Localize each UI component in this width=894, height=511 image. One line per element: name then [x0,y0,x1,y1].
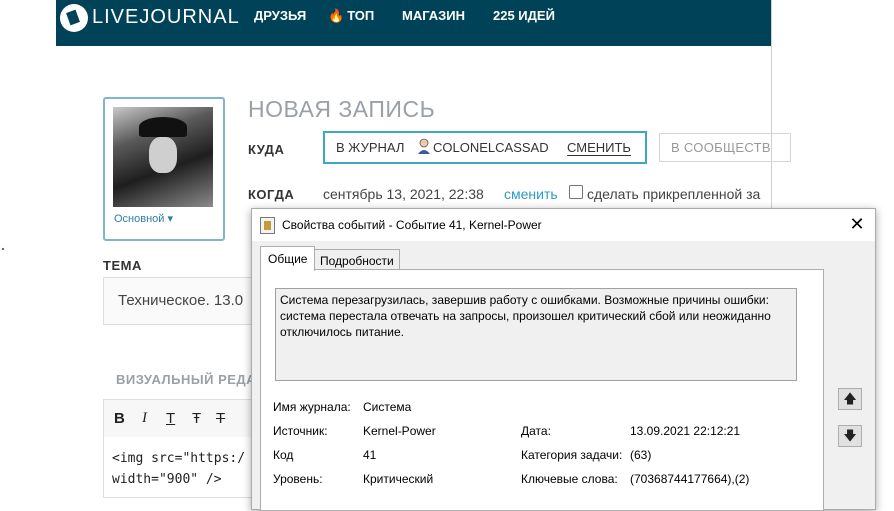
event-viewer-icon [260,217,275,234]
dialog-title: Свойства событий - Событие 41, Kernel-Po… [282,218,542,232]
date-label: Дата: [521,424,551,438]
strikethrough-button[interactable]: Ŧ [192,410,201,427]
log-name-value: Система [363,400,412,414]
user-icon [418,138,430,154]
nav-top-label: ТОП [347,8,375,23]
arrow-up-icon: 🡅 [843,391,857,406]
underline-button[interactable]: T [166,410,175,427]
log-name-label: Имя журнала: [273,400,351,414]
keywords-label: Ключевые слова: [521,472,618,486]
code-value: 41 [363,448,377,462]
to-community-button[interactable]: В СООБЩЕСТВ [659,133,791,162]
next-event-button[interactable]: 🡇 [838,425,862,447]
subject-label: ТЕМА [103,258,142,273]
caret-down-icon: ▾ [167,213,174,225]
event-properties-dialog: Свойства событий - Событие 41, Kernel-Po… [251,208,876,511]
editor-textarea[interactable]: <img src="https:/ width="900" /> [103,437,275,498]
nav-top[interactable]: 🔥 ТОП [328,8,374,24]
pin-checkbox[interactable] [569,185,583,199]
level-value: Критический [363,472,434,486]
lj-header: LIVEJOURNAL ДРУЗЬЯ 🔥 ТОП МАГАЗИН 225 ИДЕЙ [56,0,771,46]
bold-button[interactable]: B [114,410,125,427]
italic-button[interactable]: I [142,410,147,427]
task-category-value: (63) [630,448,652,462]
date-value: 13.09.2021 22:12:21 [630,424,741,438]
livejournal-logo-icon[interactable] [60,4,88,32]
code-label: Код [273,448,294,462]
event-description-box[interactable]: Система перезагрузилась, завершив работу… [275,288,797,381]
livejournal-logo-text[interactable]: LIVEJOURNAL [92,6,240,29]
close-icon[interactable]: ✕ [844,212,870,236]
source-value: Kernel-Power [363,424,436,438]
general-tab-panel: Система перезагрузилась, завершив работу… [260,269,824,511]
source-label: Источник: [273,424,328,438]
where-label: КУДА [248,142,285,157]
page-title: НОВАЯ ЗАПИСЬ [248,96,436,122]
pin-label: сделать прикрепленной за [587,186,761,202]
subject-input[interactable]: Техническое. 13.0 [103,277,275,325]
dialog-titlebar[interactable]: Свойства событий - Событие 41, Kernel-Po… [252,209,875,241]
change-date-link[interactable]: сменить [504,186,558,202]
fire-icon: 🔥 [328,8,345,23]
tab-details[interactable]: Подробности [313,249,400,271]
decorative-dot [2,248,4,250]
previous-event-button[interactable]: 🡅 [838,388,862,410]
code-line: width="900" /> [112,472,222,487]
journal-username[interactable]: COLONELCASSAD [433,140,549,155]
task-category-label: Категория задачи: [521,448,623,462]
nav-ideas[interactable]: 225 ИДЕЙ [493,8,555,23]
to-journal-label: В ЖУРНАЛ [336,140,405,155]
avatar [113,107,213,207]
subject-value: Техническое. 13.0 [118,292,244,309]
visual-editor-tab[interactable]: ВИЗУАЛЬНЫЙ РЕДА [116,372,256,387]
userpic-label[interactable]: Основной ▾ [114,212,173,225]
level-label: Уровень: [273,472,323,486]
post-date: сентябрь 13, 2021, 22:38 [323,186,484,202]
arrow-down-icon: 🡇 [843,428,857,443]
change-journal-link[interactable]: СМЕНИТЬ [567,140,631,156]
editor-toolbar: B I T Ŧ T [103,399,275,439]
keywords-value: (70368744177664),(2) [630,472,750,486]
tab-general[interactable]: Общие [260,246,315,271]
nav-friends[interactable]: ДРУЗЬЯ [254,8,306,23]
userpic-selector[interactable]: Основной ▾ [103,97,225,241]
journal-target-box: В ЖУРНАЛ COLONELCASSAD СМЕНИТЬ [323,131,647,164]
nav-shop[interactable]: МАГАЗИН [402,8,465,23]
event-description: Система перезагрузилась, завершив работу… [280,293,771,339]
code-line: <img src="https:/ [112,451,246,466]
when-label: КОГДА [248,187,295,202]
clear-format-button[interactable]: T [216,410,225,427]
